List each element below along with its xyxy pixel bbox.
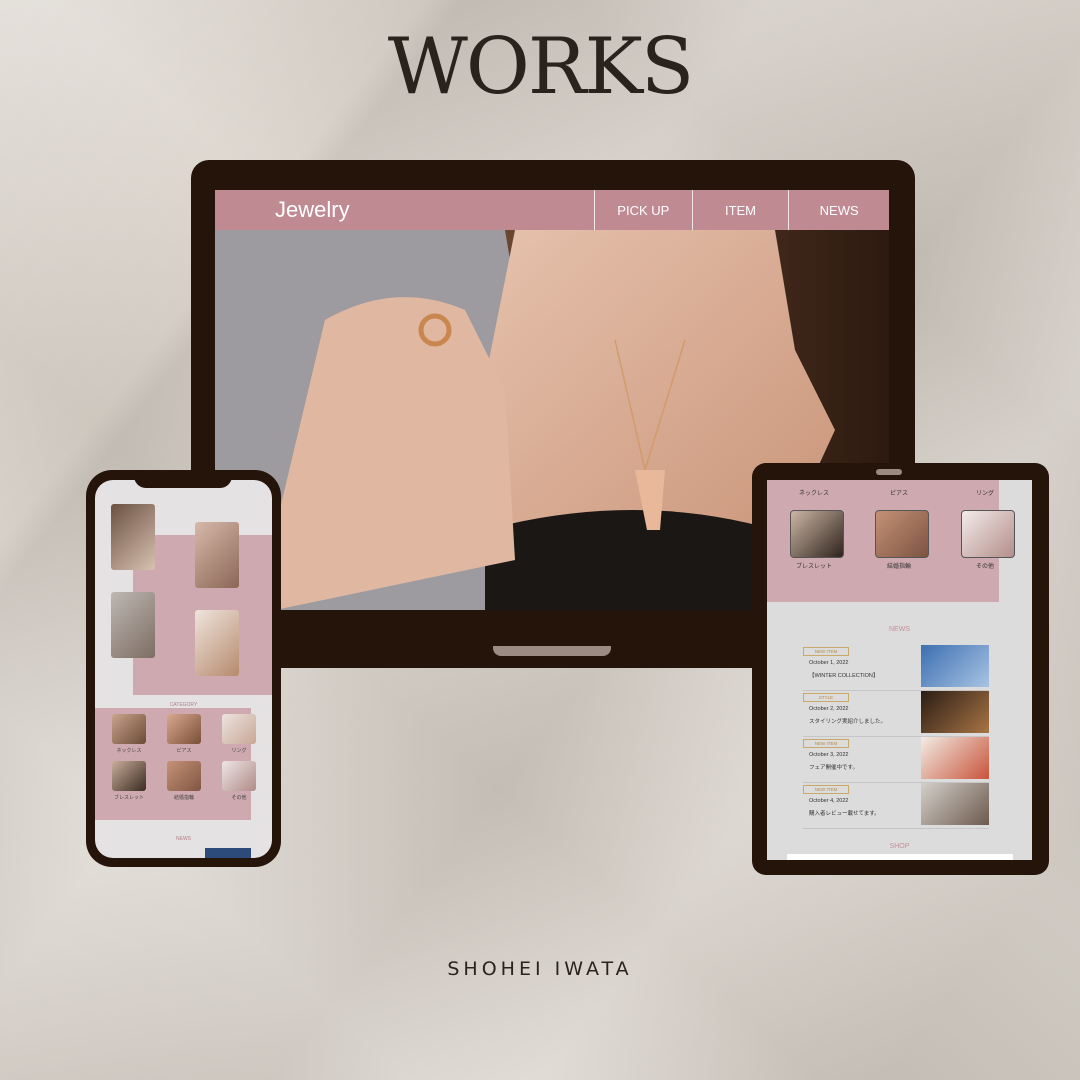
news-text: フェア開催中です。 [809,765,858,771]
category-label: ピアス [176,748,192,754]
category-thumb-pierce[interactable] [167,714,201,744]
category-thumb-ring[interactable] [222,714,256,744]
news-badge: STYLE [803,693,849,702]
category-label: リング [231,748,247,754]
pickup-thumb-1[interactable] [111,504,155,570]
news-image [921,737,989,779]
news-date: October 4, 2022 [809,798,849,804]
news-image [921,783,989,825]
pickup-thumb-3[interactable] [111,592,155,658]
news-title: NEWS [176,836,191,842]
category-label: 結婚指輪 [886,564,911,570]
category-label: ネックレス [116,748,142,754]
category-label: その他 [975,564,994,570]
nav-item[interactable]: ITEM [691,190,789,230]
news-section-title: NEWS [889,626,910,633]
news-date: October 3, 2022 [809,752,849,758]
category-label: ネックレス [798,491,829,497]
news-item[interactable]: NEW ITEM October 3, 2022 フェア開催中です。 [803,737,1022,783]
author-name: SHOHEI IWATA [447,958,633,980]
category-thumb-other[interactable] [222,761,256,791]
pickup-thumb-2[interactable] [195,522,239,588]
news-date: October 2, 2022 [809,706,849,712]
category-label: ブレスレット [795,564,832,570]
news-image [921,691,989,733]
category-label: ピアス [889,491,908,497]
news-text: 【WINTER COLLECTION】 [809,673,879,679]
news-item[interactable]: STYLE October 2, 2022 スタイリング実紹介しました。 [803,691,1022,737]
news-text: スタイリング実紹介しました。 [809,719,887,725]
category-thumb-bracelet[interactable] [112,761,146,791]
page-title: WORKS [387,22,695,112]
tablet-mockup: ネックレス ピアス リング ブレスレット 結婚指輪 その他 NEWS NEW I… [752,463,1049,875]
news-badge: NEW ITEM [803,739,849,748]
phone-notch [134,470,232,488]
category-label: その他 [231,795,247,801]
nav-pickup[interactable]: PICK UP [593,190,692,230]
phone-mockup: CATEGORY ネックレス ピアス リング ブレスレット 結婚指輪 その他 N… [86,470,281,867]
pickup-thumb-4[interactable] [195,610,239,676]
site-logo[interactable]: Jewelry [275,197,594,223]
news-item[interactable]: NEW ITEM October 1, 2022 【WINTER COLLECT… [803,645,1022,691]
tablet-camera [876,469,902,475]
news-badge: NEW ITEM [803,647,849,656]
category-thumb-bracelet[interactable] [790,510,844,558]
news-thumb[interactable] [205,848,251,858]
news-badge: NEW ITEM [803,785,849,794]
category-label: 結婚指輪 [173,795,194,801]
category-label: ブレスレット [113,795,144,801]
tablet-screen: ネックレス ピアス リング ブレスレット 結婚指輪 その他 NEWS NEW I… [767,480,1032,860]
category-thumb-necklace[interactable] [112,714,146,744]
nav-news[interactable]: NEWS [788,190,889,230]
news-image [921,645,989,687]
laptop-hinge [493,646,611,656]
shop-section-bg [787,854,1013,860]
news-item[interactable]: NEW ITEM October 4, 2022 購入者レビュー載せてます。 [803,783,1022,829]
phone-screen: CATEGORY ネックレス ピアス リング ブレスレット 結婚指輪 その他 N… [95,480,272,858]
category-thumb-wedding[interactable] [167,761,201,791]
shop-section-title: SHOP [889,843,910,850]
news-text: 購入者レビュー載せてます。 [809,811,880,817]
category-thumb-wedding[interactable] [875,510,929,558]
category-thumb-other[interactable] [961,510,1015,558]
news-date: October 1, 2022 [809,660,849,666]
news-divider [803,828,989,829]
site-header: Jewelry PICK UP ITEM NEWS [215,190,889,230]
category-label: リング [975,491,994,497]
